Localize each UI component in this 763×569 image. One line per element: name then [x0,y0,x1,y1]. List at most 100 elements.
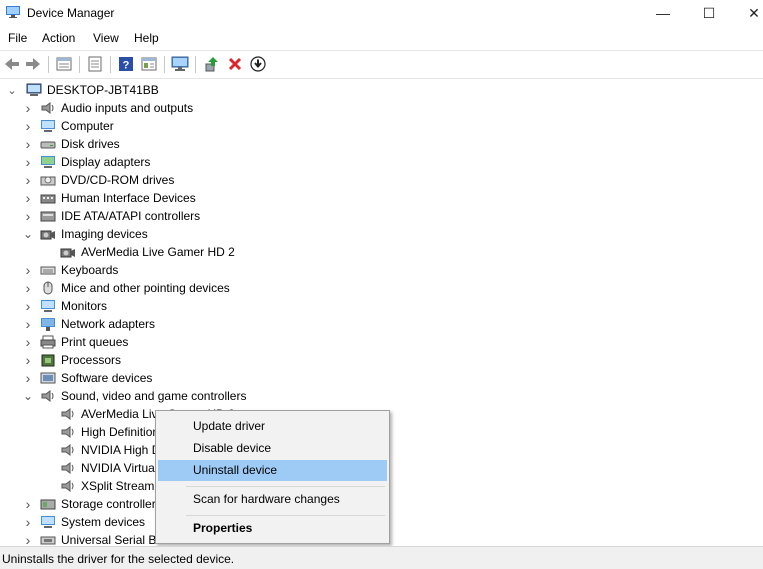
tree-item-label: System devices [61,515,146,529]
tree-category-display-adapters[interactable]: › Display adapters [22,153,151,171]
tree-item-label: Disk drives [61,137,120,151]
expand-chevron-icon[interactable]: › [22,315,34,333]
help-button[interactable]: ? [116,54,136,74]
tree-root[interactable]: ⌄ DESKTOP-JBT41BB [6,81,159,99]
speaker-icon [41,102,54,114]
expand-chevron-icon[interactable]: › [22,189,34,207]
expand-chevron-icon[interactable]: › [22,531,34,545]
show-hidden-button[interactable] [85,54,105,74]
toolbar-separator [195,56,196,73]
menu-action[interactable]: Action [42,31,75,45]
expand-chevron-icon[interactable]: › [22,333,34,351]
close-button[interactable]: ✕ [731,0,763,26]
expand-chevron-icon[interactable]: › [22,369,34,387]
tree-category-human-interface-devices[interactable]: › Human Interface Devices [22,189,196,207]
tree-item-label: Software devices [61,371,153,385]
tree-category-disk-drives[interactable]: › Disk drives [22,135,120,153]
tree-item-label: IDE ATA/ATAPI controllers [61,209,201,223]
tree-item-label: Audio inputs and outputs [61,101,194,115]
tree-category-processors[interactable]: › Processors [22,351,121,369]
ctx-scan-hardware[interactable]: Scan for hardware changes [158,489,387,510]
tree-item-label: Mice and other pointing devices [61,281,230,295]
tree-category-computer[interactable]: › Computer [22,117,114,135]
properties-button[interactable] [54,54,74,74]
expand-chevron-icon[interactable]: › [22,261,34,279]
download-icon [250,56,266,72]
tree-item-label: DVD/CD-ROM drives [61,173,175,187]
device-icon [61,444,74,456]
device-icon [61,426,74,438]
tree-item-label: Keyboards [61,263,119,277]
tree-category-system-devices[interactable]: › System devices [22,513,145,531]
tree-category-monitors[interactable]: › Monitors [22,297,107,315]
update-driver-button[interactable] [202,54,222,74]
collapse-chevron-icon[interactable]: ⌄ [22,387,34,405]
ctx-update-driver[interactable]: Update driver [158,416,387,437]
update-driver-icon [205,57,218,72]
tree-category-audio-inputs-and-outputs[interactable]: › Audio inputs and outputs [22,99,193,117]
ctx-uninstall-device[interactable]: Uninstall device [158,460,387,481]
collapse-chevron-icon[interactable]: ⌄ [6,81,18,99]
status-text: Uninstalls the driver for the selected d… [2,552,235,566]
tree-category-software-devices[interactable]: › Software devices [22,369,153,387]
expand-chevron-icon[interactable]: › [22,171,34,189]
title-bar: Device Manager — ☐ ✕ [0,0,763,26]
tree-category-keyboards[interactable]: › Keyboards [22,261,119,279]
expand-chevron-icon[interactable]: › [22,495,34,513]
system-icon [41,516,55,528]
tree-item-label: AVerMedia Live Gamer HD 2 [81,245,235,259]
menu-help[interactable]: Help [134,31,159,45]
monitor-icon [41,300,55,312]
minimize-icon: — [656,5,670,21]
tree-item-label: Storage controllers [61,497,162,511]
menu-file[interactable]: File [8,31,27,45]
tree-category-sound-video-and-game-controllers[interactable]: ⌄ Sound, video and game controllers [22,387,246,405]
printer-icon [40,335,56,349]
uninstall-device-button[interactable] [225,54,245,74]
expand-chevron-icon[interactable]: › [22,297,34,315]
enable-device-button[interactable] [248,54,268,74]
expand-chevron-icon[interactable]: › [22,351,34,369]
minimize-button[interactable]: — [640,0,686,26]
expand-chevron-icon[interactable]: › [22,513,34,531]
network-icon [41,318,55,331]
properties-icon [56,57,72,71]
tree-device-item[interactable]: AVerMedia Live Gamer HD 2 [42,243,235,261]
expand-chevron-icon[interactable]: › [22,135,34,153]
forward-icon [26,58,40,70]
toolbar-separator [164,56,165,73]
tree-item-label: Sound, video and game controllers [61,389,247,403]
tree-item-label: Network adapters [61,317,156,331]
forward-button[interactable] [23,54,43,74]
close-icon: ✕ [748,5,760,21]
expand-chevron-icon[interactable]: › [22,99,34,117]
maximize-button[interactable]: ☐ [686,0,732,26]
toolbar-separator [79,56,80,73]
tree-category-ide-ata-atapi-controllers[interactable]: › IDE ATA/ATAPI controllers [22,207,201,225]
tree-category-network-adapters[interactable]: › Network adapters [22,315,155,333]
storage-icon [40,499,56,510]
tree-category-mice-and-other-pointing-devices[interactable]: › Mice and other pointing devices [22,279,230,297]
tree-category-dvd-cd-rom-drives[interactable]: › DVD/CD-ROM drives [22,171,175,189]
tree-item-label: Monitors [61,299,108,313]
status-bar: Uninstalls the driver for the selected d… [0,546,763,569]
menu-view[interactable]: View [93,31,119,45]
view-button[interactable] [139,54,159,74]
collapse-chevron-icon[interactable]: ⌄ [22,225,34,243]
expand-chevron-icon[interactable]: › [22,279,34,297]
tree-root-label: DESKTOP-JBT41BB [47,83,159,97]
expand-chevron-icon[interactable]: › [22,207,34,225]
scan-hardware-button[interactable] [170,54,190,74]
expand-chevron-icon[interactable]: › [22,153,34,171]
ctx-properties[interactable]: Properties [158,518,387,539]
device-manager-app-icon [6,6,20,18]
display-adapter-icon [41,156,55,168]
expand-chevron-icon[interactable]: › [22,117,34,135]
tree-category-imaging-devices[interactable]: ⌄ Imaging devices [22,225,148,243]
tree-category-print-queues[interactable]: › Print queues [22,333,129,351]
back-button[interactable] [2,54,22,74]
monitor-icon [171,56,189,71]
mouse-icon [43,281,53,295]
tree-category-storage-controllers[interactable]: › Storage controllers [22,495,162,513]
ctx-disable-device[interactable]: Disable device [158,438,387,459]
